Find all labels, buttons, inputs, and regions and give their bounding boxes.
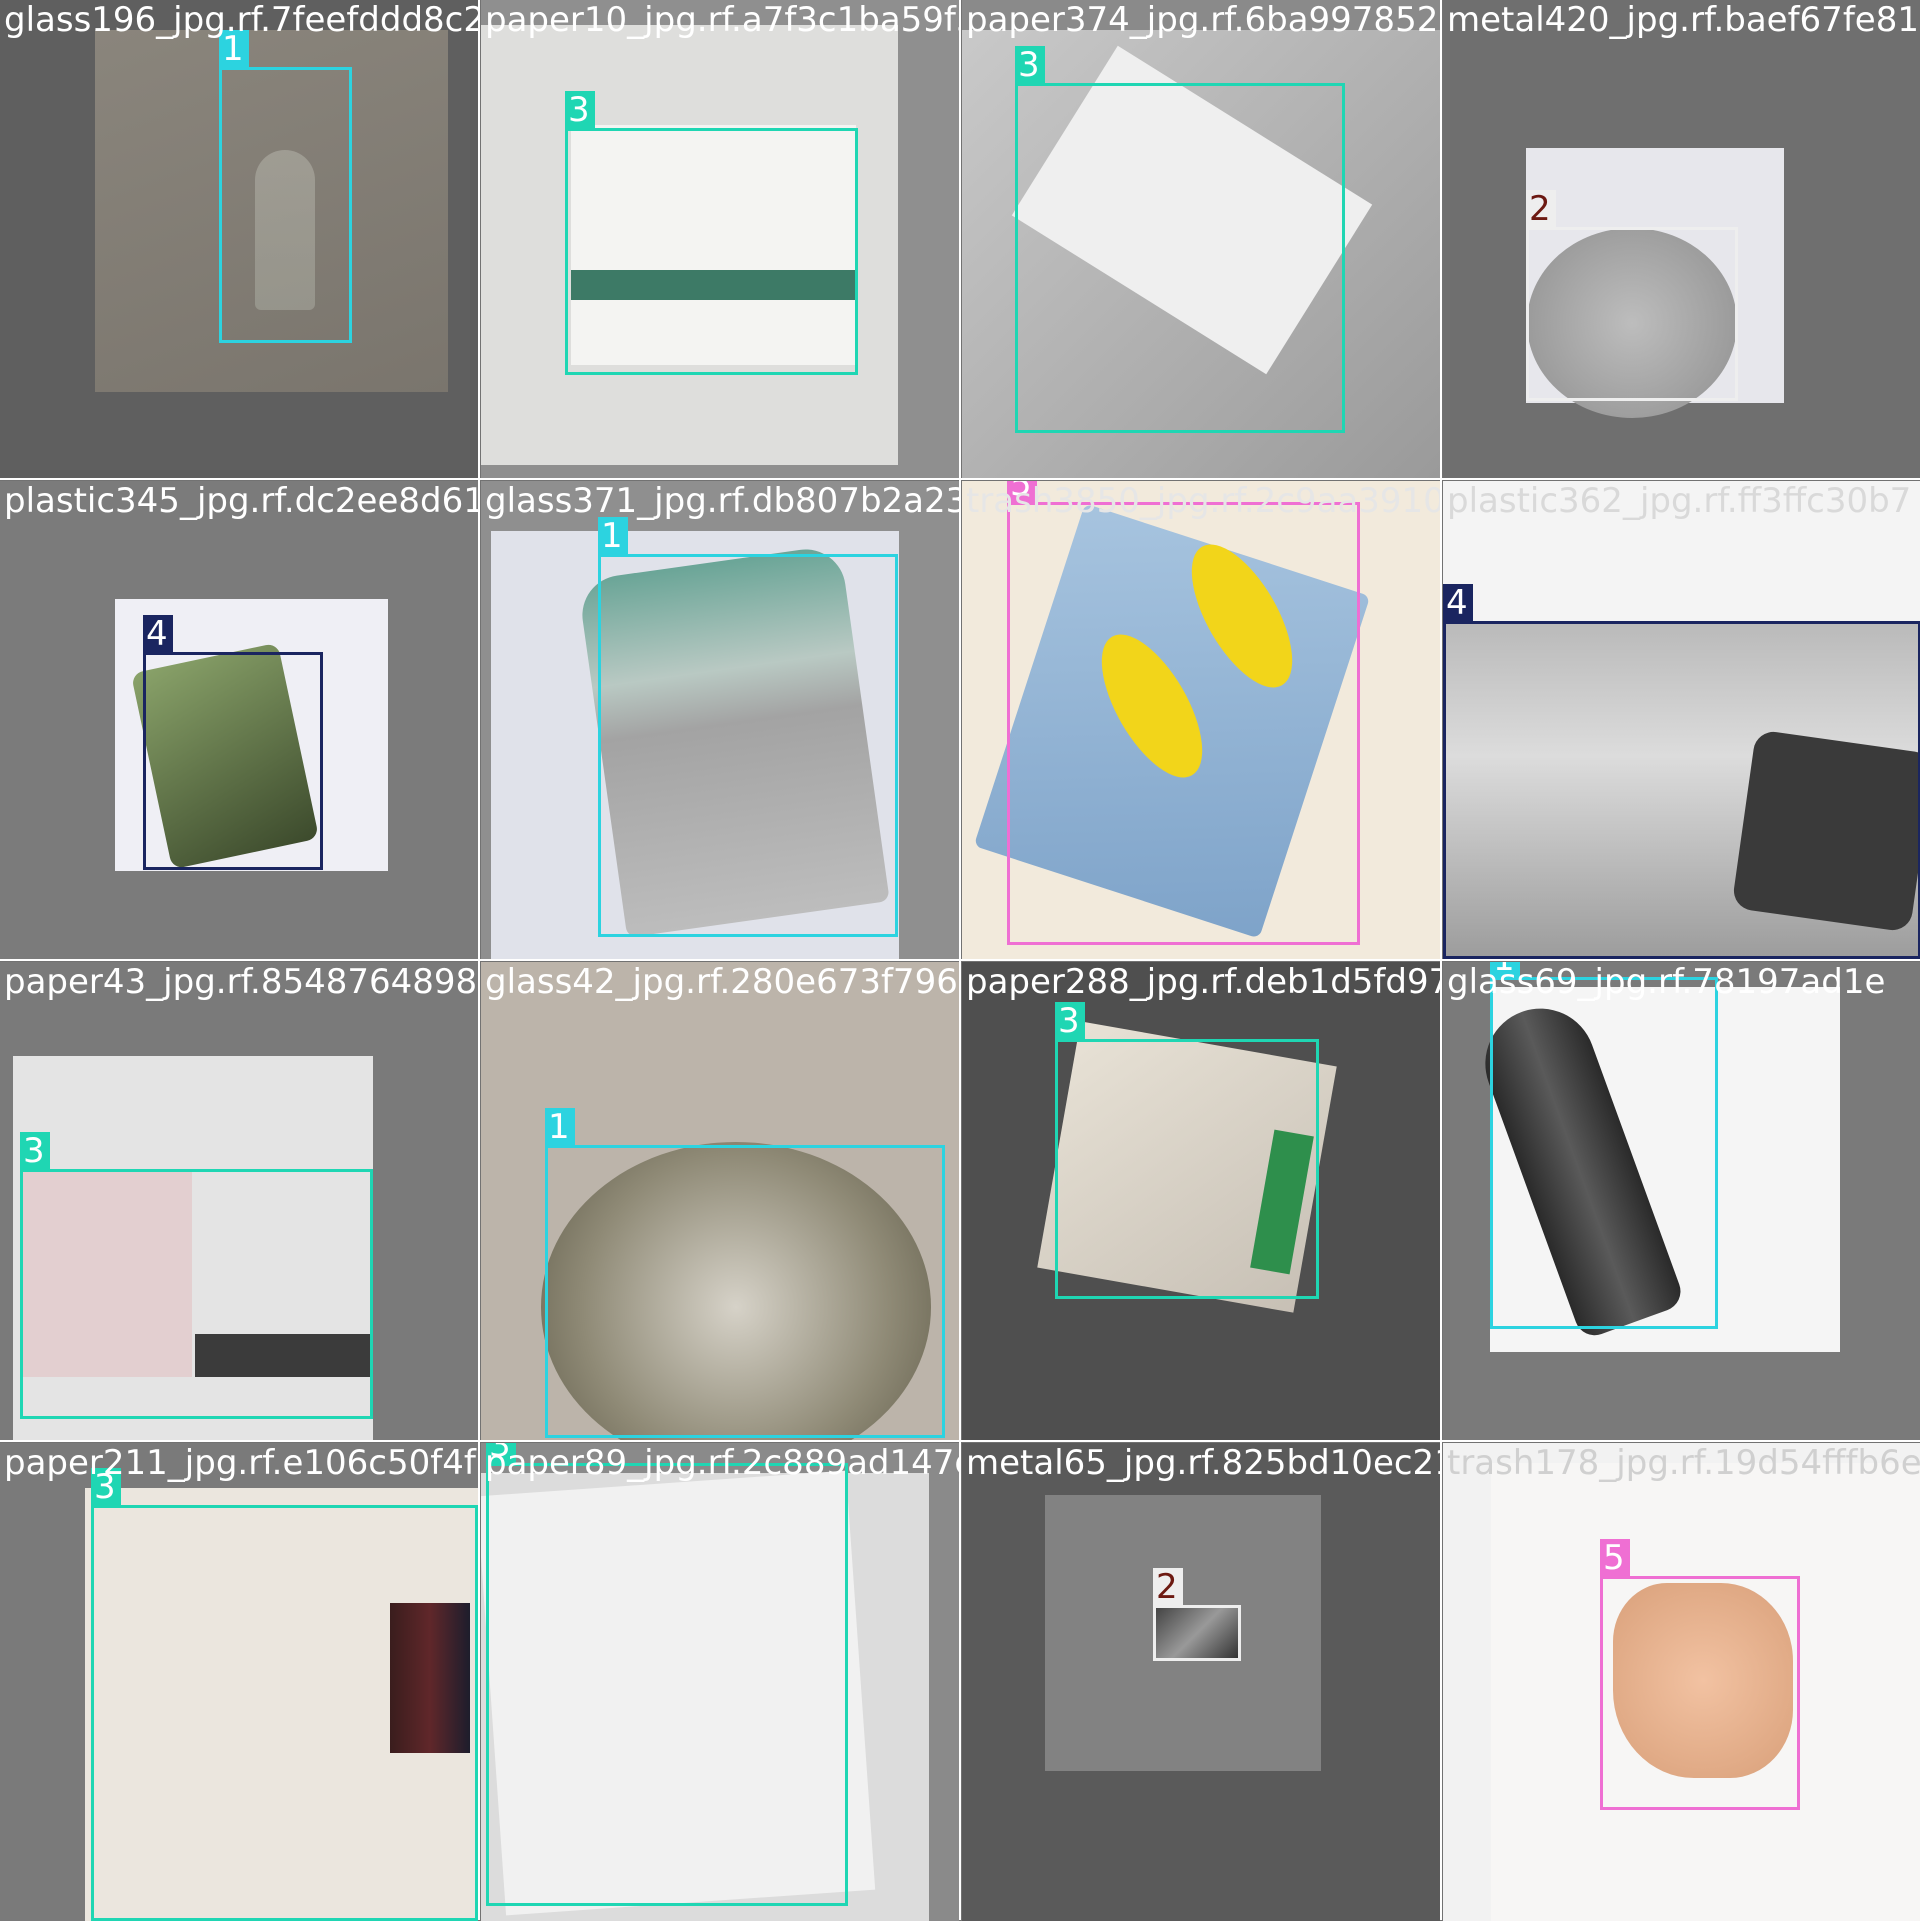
bounding-box: 1 — [219, 30, 352, 343]
tile-caption: glass69_jpg.rf.78197ad1e — [1447, 962, 1886, 1002]
tile-caption: metal65_jpg.rf.825bd10ec21ea — [966, 1443, 1440, 1483]
bounding-box: 1 — [545, 1108, 945, 1438]
bounding-box: 4 — [143, 615, 323, 870]
bounding-box: 1 — [598, 517, 898, 937]
class-label: 1 — [545, 1108, 575, 1146]
tile-caption: metal420_jpg.rf.baef67fe81a5c — [1447, 0, 1920, 40]
tile-caption: glass42_jpg.rf.280e673f796b55f62e7c68 — [485, 962, 959, 1002]
tile-caption: paper89_jpg.rf.2c889ad147dce475169 — [485, 1443, 959, 1483]
tile-9: 3 paper43_jpg.rf.854876489856140322d8e28… — [0, 962, 478, 1440]
grid-divider — [0, 959, 1920, 961]
bounding-box: 1 — [1490, 962, 1718, 1329]
tile-11: 3 paper288_jpg.rf.deb1d5fd97cd — [962, 962, 1440, 1440]
class-label: 2 — [1526, 190, 1556, 228]
bounding-box: 4 — [1443, 584, 1920, 959]
tile-7: 5 trash3850_jpg.rf.2c9aa3910 — [962, 481, 1440, 959]
tile-8: 4 plastic362_jpg.rf.ff3ffc30b7 — [1443, 481, 1920, 959]
bounding-box: 3 — [565, 91, 858, 375]
bounding-box: 5 — [1007, 481, 1360, 945]
tile-4: 2 metal420_jpg.rf.baef67fe81a5c — [1443, 0, 1920, 478]
tile-13: 3 paper211_jpg.rf.e106c50f4f0a15327d — [0, 1443, 478, 1921]
class-label: 5 — [1600, 1539, 1630, 1577]
tile-caption: glass196_jpg.rf.7feefddd8c2691660783539d… — [4, 0, 478, 40]
tile-caption: paper43_jpg.rf.854876489856140322d8e280e — [4, 962, 478, 1002]
class-label: 3 — [1015, 46, 1045, 84]
tile-10: 1 glass42_jpg.rf.280e673f796b55f62e7c68 — [481, 962, 959, 1440]
tile-2: 3 paper10_jpg.rf.a7f3c1ba59f33745ea227a6… — [481, 0, 959, 478]
tile-caption: plastic345_jpg.rf.dc2ee8d61db6b7741db807… — [4, 481, 478, 521]
class-label: 2 — [1153, 1568, 1183, 1606]
tile-caption: trash3850_jpg.rf.2c9aa3910 — [966, 481, 1440, 521]
tile-caption: paper288_jpg.rf.deb1d5fd97cd — [966, 962, 1440, 1002]
tile-16: 5 trash178_jpg.rf.19d54fffb6e92 — [1443, 1443, 1920, 1921]
bounding-box: 3 — [1055, 1002, 1319, 1299]
tile-caption: trash178_jpg.rf.19d54fffb6e92 — [1447, 1443, 1920, 1483]
tile-caption: paper211_jpg.rf.e106c50f4f0a15327d — [4, 1443, 478, 1483]
tile-15: 2 metal65_jpg.rf.825bd10ec21ea — [962, 1443, 1440, 1921]
class-label: 4 — [1443, 584, 1473, 622]
grid-divider — [0, 478, 1920, 480]
tile-6: 1 glass371_jpg.rf.db807b2a233751883a3850… — [481, 481, 959, 959]
class-label: 3 — [1055, 1002, 1085, 1040]
bounding-box: 3 — [91, 1468, 478, 1921]
class-label: 4 — [143, 615, 173, 653]
class-label: 1 — [598, 517, 628, 555]
tile-14: 3 paper89_jpg.rf.2c889ad147dce475169 — [481, 1443, 959, 1921]
bounding-box: 5 — [1600, 1539, 1800, 1810]
grid-divider — [0, 1440, 1920, 1442]
tile-caption: paper374_jpg.rf.6ba99785211401a120394c9b… — [966, 0, 1440, 40]
bounding-box: 3 — [486, 1443, 848, 1906]
tile-caption: glass371_jpg.rf.db807b2a233751883a3850_j… — [485, 481, 959, 521]
tile-5: 4 plastic345_jpg.rf.dc2ee8d61db6b7741db8… — [0, 481, 478, 959]
bounding-box: 2 — [1526, 190, 1738, 401]
tile-caption: plastic362_jpg.rf.ff3ffc30b7 — [1447, 481, 1912, 521]
bounding-box: 2 — [1153, 1568, 1241, 1661]
class-label: 3 — [565, 91, 595, 129]
tile-caption: paper10_jpg.rf.a7f3c1ba59f33745ea227a6ba… — [485, 0, 959, 40]
bounding-box: 3 — [1015, 46, 1345, 433]
tile-3: 3 paper374_jpg.rf.6ba99785211401a120394c… — [962, 0, 1440, 478]
tile-12: 1 glass69_jpg.rf.78197ad1e — [1443, 962, 1920, 1440]
class-label: 3 — [20, 1132, 50, 1170]
bounding-box: 3 — [20, 1132, 373, 1419]
tile-1: 1 glass196_jpg.rf.7feefddd8c269166078353… — [0, 0, 478, 478]
